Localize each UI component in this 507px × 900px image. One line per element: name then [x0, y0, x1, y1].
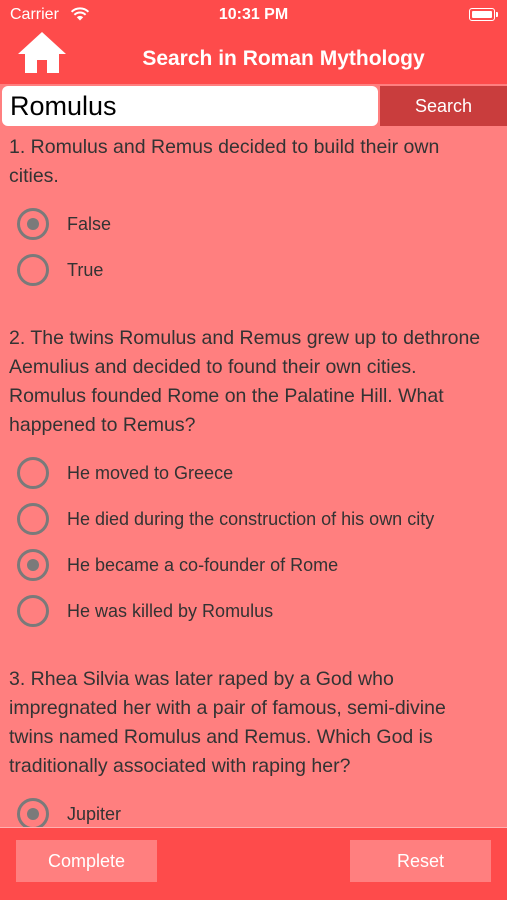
answer-option[interactable]: False: [0, 201, 507, 247]
answer-option[interactable]: He was killed by Romulus: [0, 588, 507, 634]
option-label: He moved to Greece: [67, 462, 234, 483]
page-title: Search in Roman Mythology: [142, 47, 425, 70]
option-label: He became a co-founder of Rome: [67, 554, 339, 575]
radio-selected-icon[interactable]: [17, 549, 49, 581]
option-label: True: [67, 259, 104, 280]
radio-unselected-icon[interactable]: [17, 595, 49, 627]
answer-option[interactable]: He died during the construction of his o…: [0, 496, 507, 542]
complete-button[interactable]: Complete: [16, 840, 157, 882]
search-button[interactable]: Search: [380, 86, 507, 126]
radio-selected-icon[interactable]: [17, 798, 49, 828]
option-group: False True: [0, 191, 507, 319]
question-text: 2. The twins Romulus and Remus grew up t…: [9, 327, 481, 436]
answer-option[interactable]: He became a co-founder of Rome: [0, 542, 507, 588]
option-label: He was killed by Romulus: [67, 600, 274, 621]
radio-selected-icon[interactable]: [17, 208, 49, 240]
search-input[interactable]: [2, 86, 378, 126]
radio-unselected-icon[interactable]: [17, 254, 49, 286]
home-icon[interactable]: [16, 30, 68, 75]
status-bar: Carrier 10:31 PM: [0, 0, 507, 30]
reset-button[interactable]: Reset: [350, 840, 491, 882]
option-label: False: [67, 213, 112, 234]
battery-icon: [469, 8, 498, 21]
question-text: 3. Rhea Silvia was later raped by a God …: [9, 668, 446, 777]
answer-option[interactable]: He moved to Greece: [0, 450, 507, 496]
option-group: He moved to Greece He died during the con…: [0, 440, 507, 660]
quiz-list: 1. Romulus and Remus decided to build th…: [0, 128, 507, 828]
answer-option[interactable]: Jupiter: [0, 791, 507, 828]
option-group: Jupiter: [0, 781, 507, 828]
option-label: He died during the construction of his o…: [67, 508, 435, 529]
answer-option[interactable]: True: [0, 247, 507, 293]
question-text: 1. Romulus and Remus decided to build th…: [9, 136, 440, 187]
option-label: Jupiter: [67, 803, 122, 824]
radio-unselected-icon[interactable]: [17, 503, 49, 535]
header-bar: Carrier 10:31 PM Search in Roman Mytholo…: [0, 0, 507, 84]
footer-bar: Complete Reset: [0, 827, 507, 900]
radio-unselected-icon[interactable]: [17, 457, 49, 489]
search-bar: Search: [0, 84, 507, 128]
clock: 10:31 PM: [218, 6, 289, 23]
